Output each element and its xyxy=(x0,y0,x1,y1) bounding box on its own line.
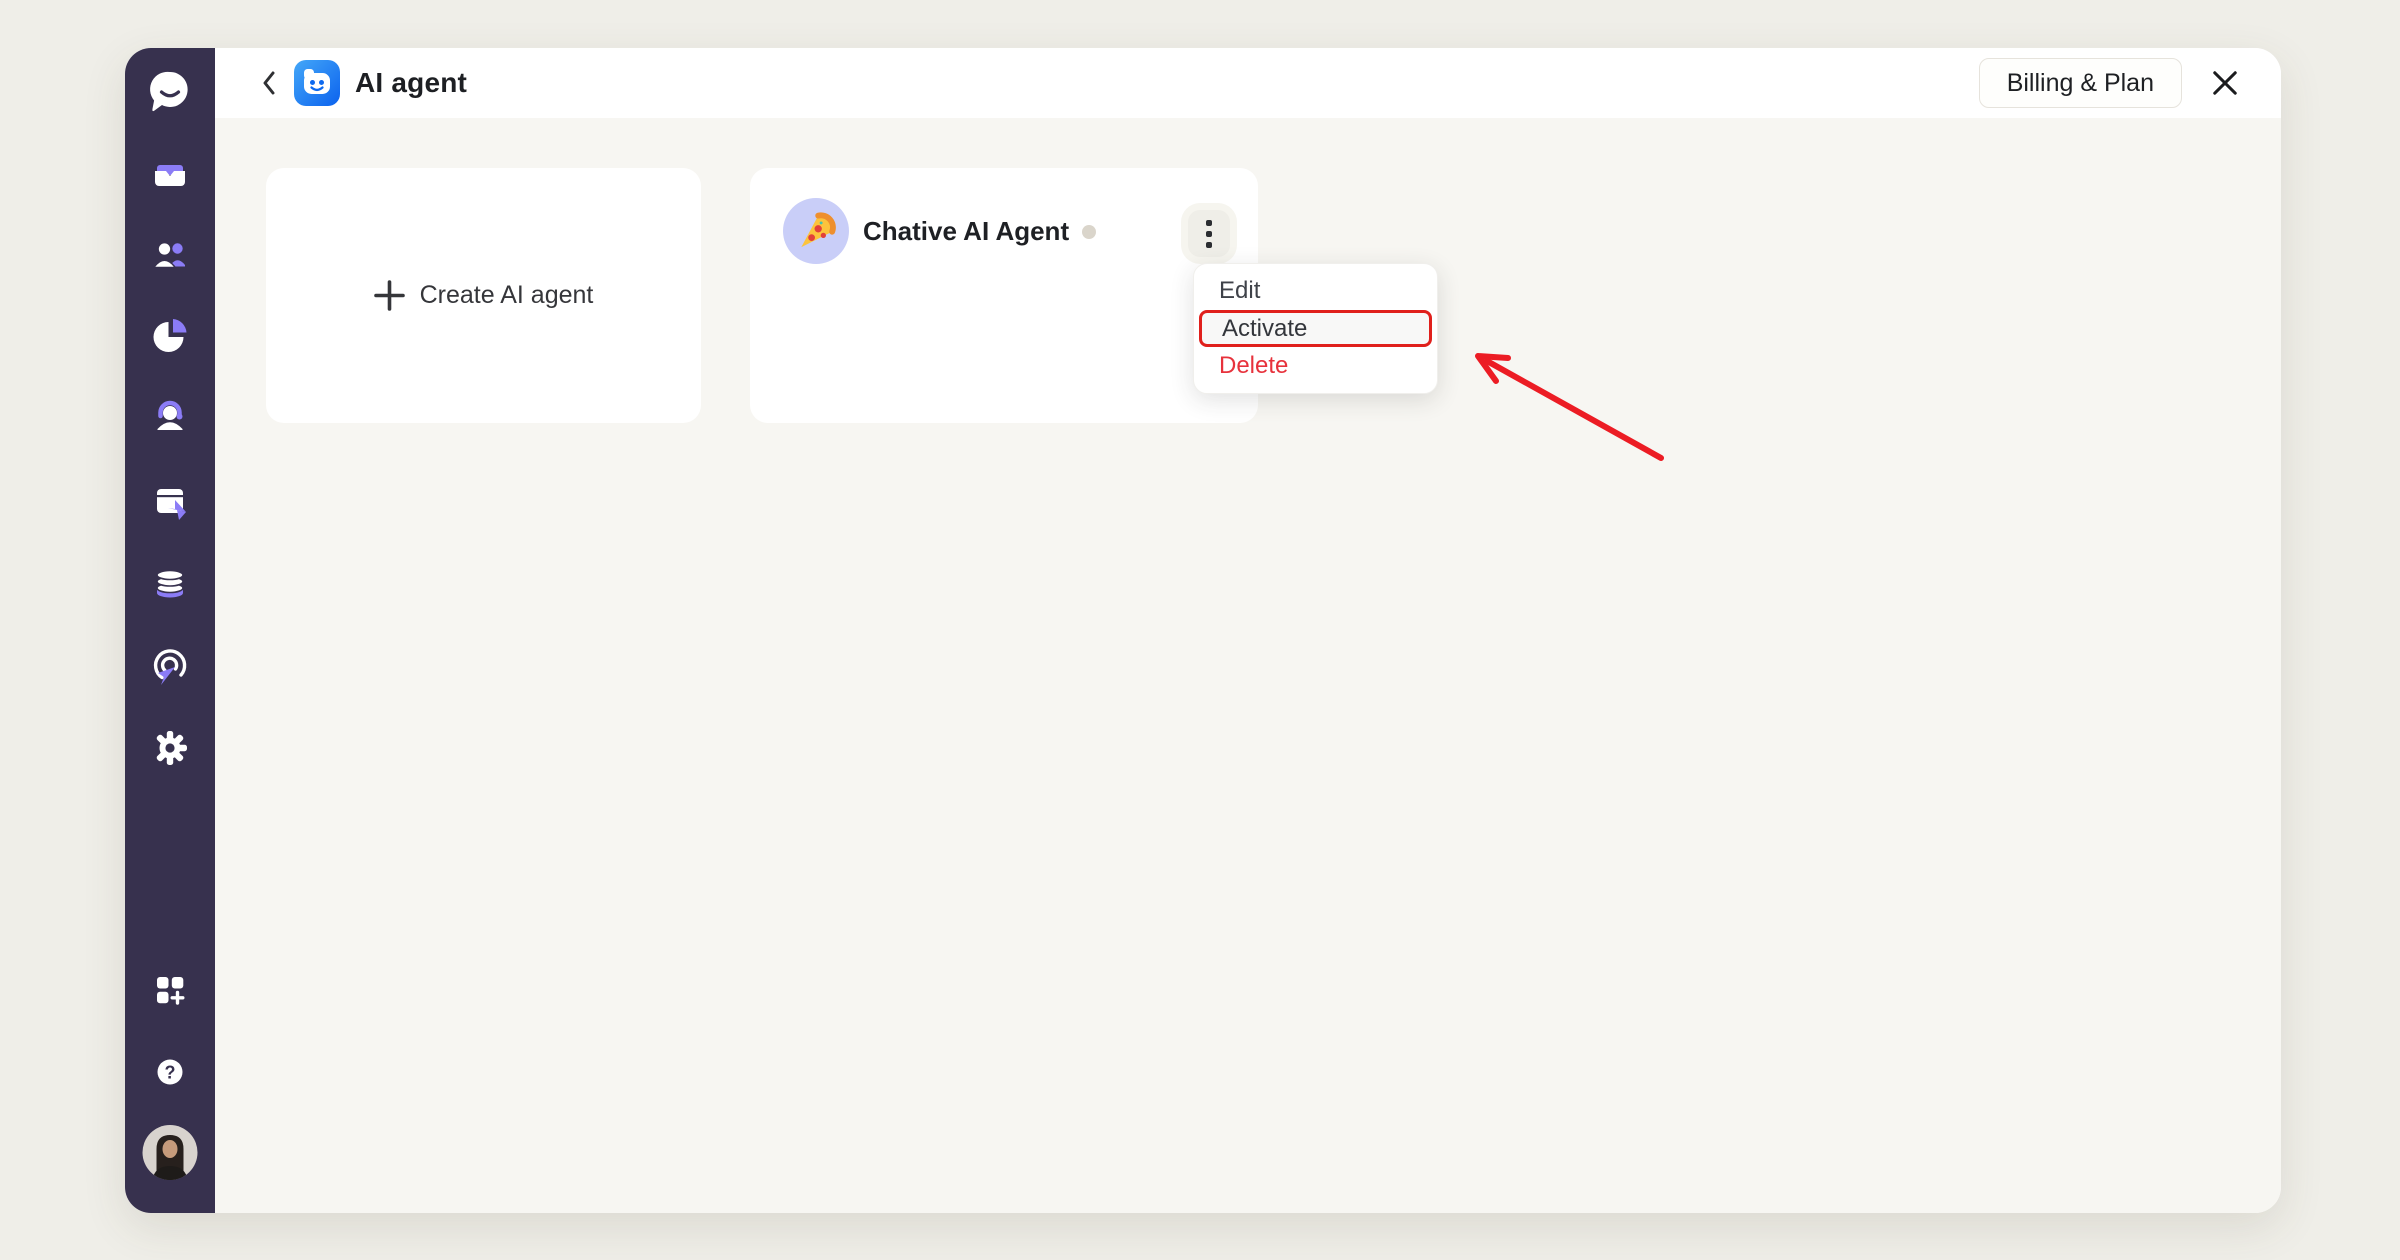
sidebar-item-profile[interactable] xyxy=(142,1125,198,1180)
sidebar-item-settings[interactable] xyxy=(148,726,192,770)
header-actions: Billing & Plan xyxy=(1978,58,2241,108)
sidebar-item-automation[interactable] xyxy=(148,644,192,688)
agent-name: Chative AI Agent xyxy=(863,215,1070,246)
content-canvas: Create AI agent Chative AI Agent Edit Ac… xyxy=(215,118,2281,1213)
menu-item-edit[interactable]: Edit xyxy=(1194,272,1437,310)
sidebar: ? xyxy=(125,48,215,1213)
database-icon xyxy=(156,569,184,598)
sidebar-item-help[interactable]: ? xyxy=(148,1050,192,1094)
sidebar-item-apps[interactable] xyxy=(148,968,192,1012)
agent-more-button[interactable] xyxy=(1188,210,1230,257)
pie-chart-icon xyxy=(153,319,187,352)
menu-item-activate[interactable]: Activate xyxy=(1199,310,1432,347)
menu-item-delete[interactable]: Delete xyxy=(1194,347,1437,385)
main-area: AI agent Billing & Plan Create AI agent xyxy=(215,48,2281,1213)
chevron-left-icon xyxy=(263,71,275,95)
ai-agent-app-icon xyxy=(294,60,340,106)
automation-target-icon xyxy=(153,649,187,685)
gear-icon xyxy=(156,731,187,765)
agent-card-header: Chative AI Agent xyxy=(750,168,1258,264)
pizza-emoji-icon xyxy=(801,212,836,248)
contacts-icon xyxy=(153,241,185,269)
sidebar-item-campaigns[interactable] xyxy=(148,480,192,524)
sidebar-item-home[interactable] xyxy=(145,66,195,116)
app-root: { "header": { "title": "AI agent", "bill… xyxy=(0,0,2400,1260)
close-icon xyxy=(2213,71,2237,95)
back-button[interactable] xyxy=(258,68,280,98)
sidebar-item-data[interactable] xyxy=(148,562,192,606)
kebab-dot xyxy=(1206,230,1212,237)
create-ai-agent-label: Create AI agent xyxy=(419,281,594,309)
sidebar-item-live-agent[interactable] xyxy=(148,393,192,437)
inbox-icon xyxy=(155,165,185,186)
sidebar-item-contacts[interactable] xyxy=(148,233,192,277)
apps-grid-icon xyxy=(157,977,185,1005)
help-icon: ? xyxy=(157,1059,183,1085)
agent-avatar xyxy=(783,198,849,264)
agent-card[interactable]: Chative AI Agent xyxy=(750,168,1258,423)
agent-context-menu: Edit Activate Delete xyxy=(1193,263,1438,394)
headset-agent-icon xyxy=(157,400,183,430)
svg-text:?: ? xyxy=(165,1063,176,1083)
agent-status-dot xyxy=(1082,225,1097,239)
billing-plan-button[interactable]: Billing & Plan xyxy=(1978,58,2182,108)
create-ai-agent-card[interactable]: Create AI agent xyxy=(266,168,701,423)
page-title: AI agent xyxy=(355,67,468,98)
profile-avatar xyxy=(142,1125,198,1180)
sidebar-item-inbox[interactable] xyxy=(148,153,192,197)
page-header: AI agent Billing & Plan xyxy=(215,48,2281,118)
kebab-dot xyxy=(1206,241,1212,248)
sidebar-item-reports[interactable] xyxy=(148,313,192,357)
campaign-cursor-icon xyxy=(157,489,186,520)
close-button[interactable] xyxy=(2209,67,2241,99)
kebab-dot xyxy=(1206,219,1212,226)
plus-icon xyxy=(373,280,405,311)
app-window: ? AI agent Billing & Plan Create AI agen… xyxy=(125,48,2281,1213)
chat-logo-icon xyxy=(150,71,188,112)
